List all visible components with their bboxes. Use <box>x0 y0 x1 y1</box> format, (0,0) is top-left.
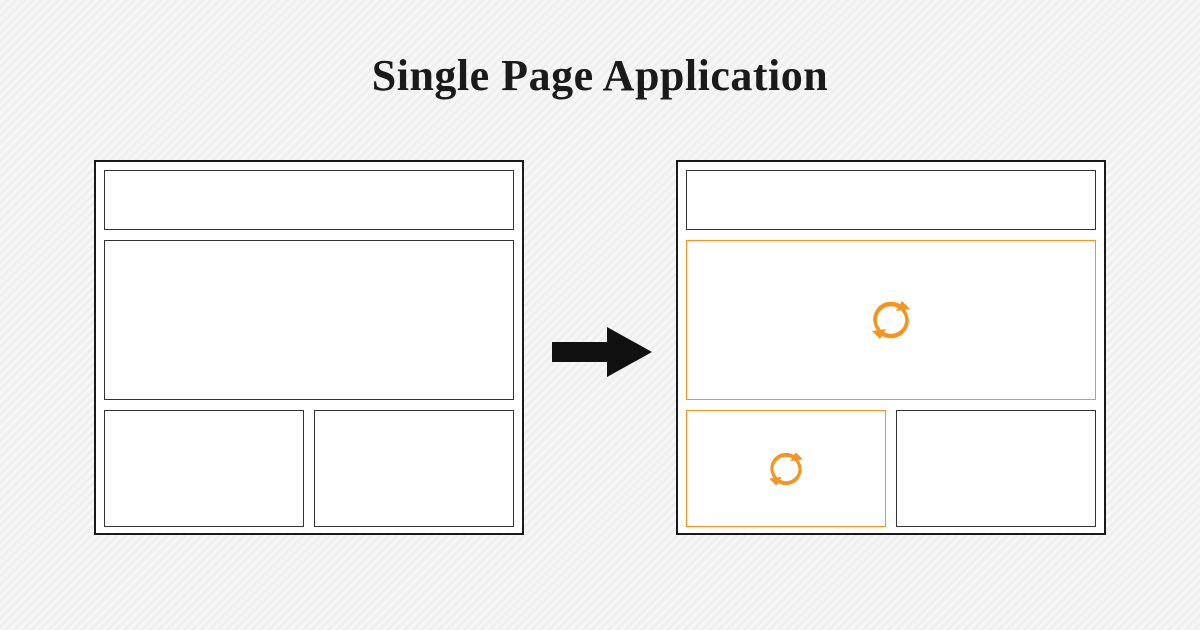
region-bottom-right <box>896 410 1096 527</box>
region-header <box>104 170 514 230</box>
refresh-icon <box>764 447 808 491</box>
wireframe-before <box>94 160 524 535</box>
diagram-title: Single Page Application <box>0 50 1200 101</box>
region-bottom-right <box>314 410 514 527</box>
region-header <box>686 170 1096 230</box>
region-bottom-left-reloading <box>686 410 886 527</box>
region-hero-reloading <box>686 240 1096 400</box>
region-hero <box>104 240 514 400</box>
arrow-right-icon <box>552 322 652 382</box>
refresh-icon <box>866 295 916 345</box>
region-bottom-left <box>104 410 304 527</box>
wireframe-after <box>676 160 1106 535</box>
